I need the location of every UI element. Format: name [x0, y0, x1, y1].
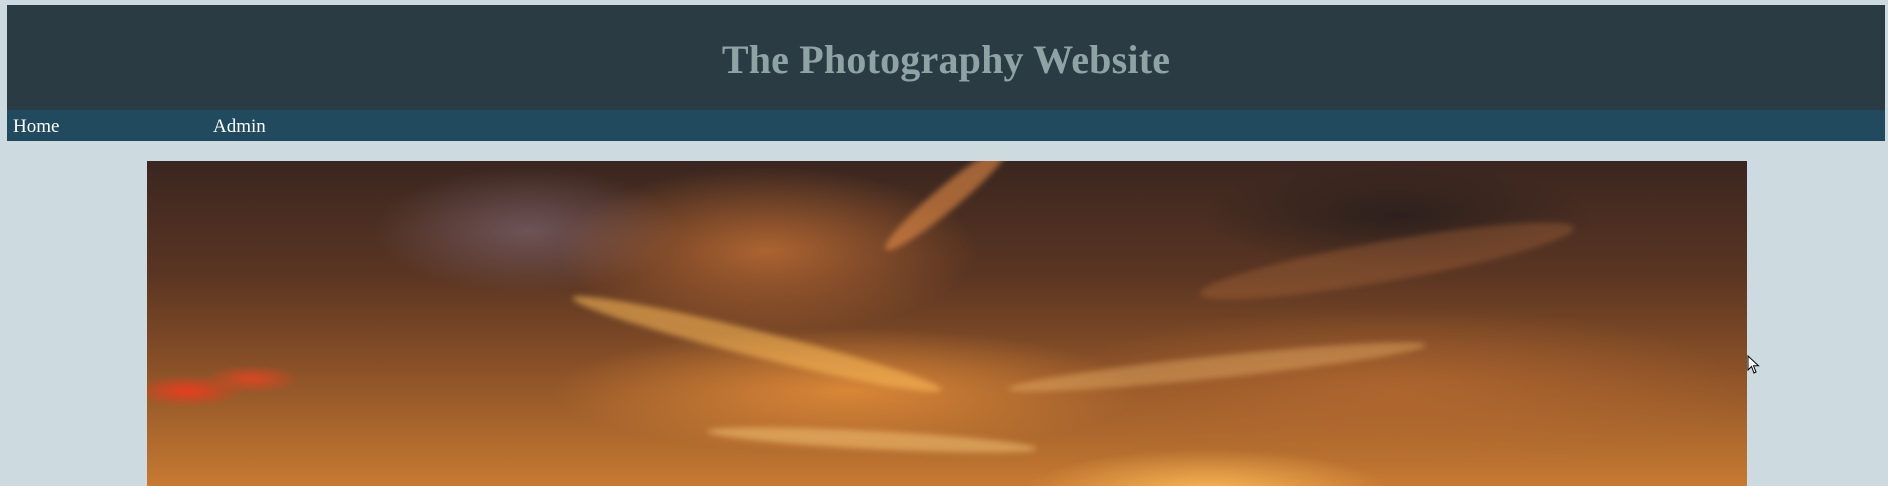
cloud-streak [706, 422, 1038, 458]
site-title: The Photography Website [721, 37, 1171, 82]
nav-link-home[interactable]: Home [13, 116, 59, 138]
hero-photo [147, 161, 1747, 486]
page: The Photography Website Home Admin [0, 0, 1888, 486]
nav-bar: Home Admin [7, 110, 1885, 141]
cloud-streak [1007, 334, 1427, 400]
cloud-streak [569, 285, 945, 403]
cloud-streak [1196, 208, 1578, 314]
mouse-cursor-icon [1747, 355, 1760, 374]
site-header: The Photography Website [7, 5, 1885, 110]
nav-link-admin[interactable]: Admin [213, 116, 266, 138]
cloud-streak [878, 161, 1016, 259]
